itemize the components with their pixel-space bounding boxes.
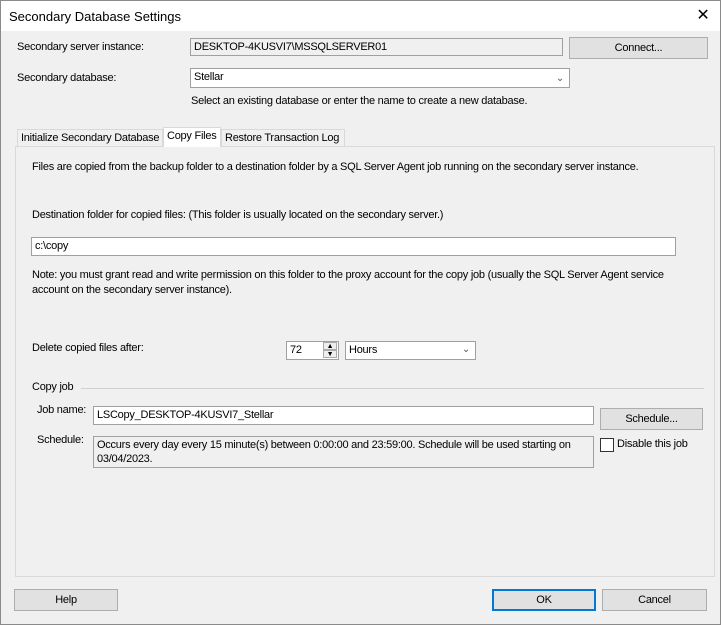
destination-label: Destination folder for copied files: (Th… bbox=[32, 209, 444, 221]
tab-restore-transaction-log[interactable]: Restore Transaction Log bbox=[221, 129, 345, 147]
disable-job-label[interactable]: Disable this job bbox=[617, 438, 688, 450]
database-hint: Select an existing database or enter the… bbox=[191, 95, 528, 107]
schedule-label: Schedule: bbox=[37, 434, 84, 446]
chevron-down-icon[interactable]: ⌄ bbox=[462, 342, 470, 357]
intro-text: Files are copied from the backup folder … bbox=[32, 161, 639, 173]
server-label: Secondary server instance: bbox=[17, 41, 144, 53]
title-bar: Secondary Database Settings ✕ bbox=[1, 1, 720, 31]
job-name-label: Job name: bbox=[37, 404, 87, 416]
dialog-window: Secondary Database Settings ✕ Secondary … bbox=[0, 0, 721, 625]
delete-unit-combo[interactable]: Hours ⌄ bbox=[345, 341, 476, 360]
spin-up-icon[interactable]: ▲ bbox=[323, 342, 337, 350]
close-icon[interactable]: ✕ bbox=[687, 4, 719, 28]
delete-unit-value: Hours bbox=[349, 344, 378, 356]
delete-label: Delete copied files after: bbox=[32, 342, 144, 354]
ok-button[interactable]: OK bbox=[492, 589, 596, 611]
delete-value: 72 bbox=[290, 344, 302, 356]
note-line-2: account on the secondary server instance… bbox=[32, 284, 232, 296]
database-label: Secondary database: bbox=[17, 72, 117, 84]
connect-button[interactable]: Connect... bbox=[569, 37, 708, 59]
note-text: Note: you must grant read and write perm… bbox=[32, 268, 702, 298]
disable-job-checkbox[interactable] bbox=[600, 438, 614, 452]
copy-job-group-label: Copy job bbox=[32, 381, 74, 393]
schedule-line-1: Occurs every day every 15 minute(s) betw… bbox=[97, 439, 571, 451]
server-instance-field[interactable]: DESKTOP-4KUSVI7\MSSQLSERVER01 bbox=[190, 38, 563, 56]
destination-folder-input[interactable]: c:\copy bbox=[31, 237, 676, 256]
help-button[interactable]: Help bbox=[14, 589, 118, 611]
job-name-input[interactable]: LSCopy_DESKTOP-4KUSVI7_Stellar bbox=[93, 406, 594, 425]
schedule-button[interactable]: Schedule... bbox=[600, 408, 703, 430]
schedule-line-2: 03/04/2023. bbox=[97, 453, 153, 465]
database-combo[interactable]: Stellar ⌄ bbox=[190, 68, 570, 88]
delete-after-stepper[interactable]: 72 ▲ ▼ bbox=[286, 341, 339, 360]
chevron-down-icon[interactable]: ⌄ bbox=[556, 71, 564, 86]
tab-copy-files[interactable]: Copy Files bbox=[163, 127, 221, 147]
spin-down-icon[interactable]: ▼ bbox=[323, 350, 337, 358]
group-divider bbox=[81, 388, 704, 389]
database-value: Stellar bbox=[194, 71, 224, 83]
cancel-button[interactable]: Cancel bbox=[602, 589, 707, 611]
window-title: Secondary Database Settings bbox=[9, 9, 181, 24]
schedule-description: Occurs every day every 15 minute(s) betw… bbox=[93, 436, 594, 468]
note-line-1: Note: you must grant read and write perm… bbox=[32, 269, 664, 281]
tab-initialize-secondary-database[interactable]: Initialize Secondary Database bbox=[17, 129, 163, 147]
